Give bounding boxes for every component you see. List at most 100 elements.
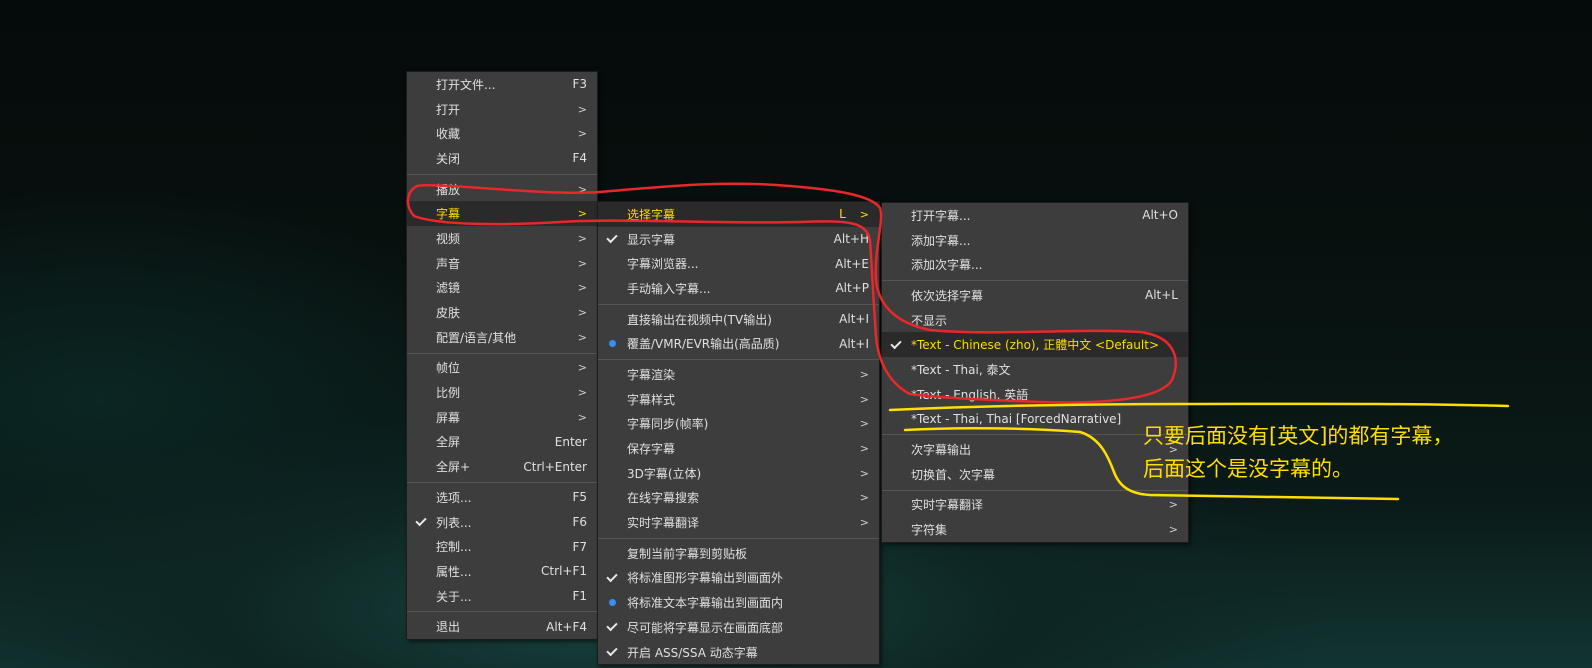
menu-item[interactable]: 列表... F6 (407, 510, 597, 535)
shortcut-label: L (839, 207, 846, 222)
menu-item[interactable]: 实时字幕翻译 > (882, 493, 1188, 518)
menu-item[interactable]: 收藏 > (407, 121, 597, 146)
menu-item[interactable]: 字符集 > (882, 517, 1188, 542)
submenu-arrow-icon: > (577, 182, 587, 196)
annotation-line-2: 后面这个是没字幕的。 (1143, 457, 1353, 481)
menu-item[interactable]: 将标准文本字幕输出到画面内 (598, 590, 879, 615)
menu-item[interactable]: 打开字幕... Alt+O (882, 203, 1188, 228)
checkmark-icon (415, 516, 427, 528)
menu-item[interactable]: 声音 > (407, 251, 597, 276)
menu-item-label: 3D字幕(立体) (627, 466, 702, 481)
checkmark-icon (606, 646, 618, 658)
shortcut-label: F5 (572, 490, 587, 505)
menu-item[interactable]: 播放 > (407, 177, 597, 202)
menu-item[interactable]: 比例 > (407, 380, 597, 405)
menu-item[interactable]: 打开 > (407, 97, 597, 122)
menu-item[interactable]: 字幕 > (407, 201, 597, 227)
submenu-arrow-icon: > (577, 386, 587, 400)
submenu-arrow-icon: > (577, 102, 587, 116)
menu-item-label: *Text - Thai, Thai [ForcedNarrative] (911, 411, 1122, 426)
menu-item[interactable]: 在线字幕搜索 > (598, 486, 879, 511)
menu-item-label: 帧位 (436, 361, 461, 376)
menu-item[interactable]: 字幕样式 > (598, 387, 879, 412)
menu-item-label: 配置/语言/其他 (436, 330, 517, 345)
menu-item[interactable]: 屏幕 > (407, 405, 597, 430)
menu-item[interactable]: 依次选择字幕 Alt+L (882, 283, 1188, 308)
submenu-arrow-icon: > (577, 281, 587, 295)
shortcut-label: Ctrl+Enter (523, 459, 587, 474)
submenu-arrow-icon: > (577, 256, 587, 270)
menu-item-label: 播放 (436, 182, 461, 197)
menu-item-label: 字幕同步(帧率) (627, 417, 709, 432)
shortcut-label: Alt+I (839, 312, 869, 327)
submenu-arrow-icon: > (577, 127, 587, 141)
menu-item[interactable]: *Text - Thai, 泰文 (882, 357, 1188, 382)
annotation-note: 只要后面没有[英文]的都有字幕， 后面这个是没字幕的。 (1143, 420, 1453, 486)
menu-item[interactable]: 复制当前字幕到剪贴板 (598, 541, 879, 566)
main-context-menu: 打开文件... F3 打开 > 收藏 > 关闭 F4 播放 > 字幕 > 视频 > 声音 > 滤镜 > 皮肤 > 配置/… (406, 71, 598, 641)
menu-item[interactable]: 手动输入字幕... Alt+P (598, 276, 879, 301)
menu-item[interactable]: 实时字幕翻译 > (598, 510, 879, 535)
menu-item[interactable]: 字幕浏览器... Alt+E (598, 251, 879, 276)
menu-item[interactable]: 退出 Alt+F4 (407, 614, 597, 639)
menu-item[interactable]: 开启 ASS/SSA 动态字幕 (598, 640, 879, 665)
shortcut-label: F3 (572, 77, 587, 92)
radio-dot-icon (606, 338, 618, 350)
checkmark-icon (606, 621, 618, 633)
shortcut-label: F6 (572, 515, 587, 530)
menu-item-label: 字幕渲染 (627, 367, 676, 382)
menu-item[interactable]: 不显示 (882, 308, 1188, 333)
shortcut-label: Enter (554, 434, 587, 449)
menu-item[interactable]: 保存字幕 > (598, 436, 879, 461)
menu-item-label: 关闭 (436, 151, 461, 166)
shortcut-label: Alt+P (835, 281, 869, 296)
shortcut-label: Alt+E (835, 256, 869, 271)
menu-item[interactable]: 控制... F7 (407, 534, 597, 559)
menu-item-label: 视频 (436, 231, 461, 246)
menu-item-label: 实时字幕翻译 (627, 516, 700, 531)
menu-item[interactable]: 选项... F5 (407, 485, 597, 510)
menu-item-label: 屏幕 (436, 410, 461, 425)
menu-item[interactable]: 添加字幕... (882, 228, 1188, 253)
menu-item[interactable]: 字幕渲染 > (598, 362, 879, 387)
menu-item[interactable]: 滤镜 > (407, 276, 597, 301)
submenu-arrow-icon: > (859, 516, 869, 530)
shortcut-label: Alt+L (1145, 288, 1178, 303)
menu-item[interactable]: 关闭 F4 (407, 146, 597, 171)
shortcut-label: Alt+F4 (546, 619, 587, 634)
menu-item[interactable]: 打开文件... F3 (407, 72, 597, 97)
menu-item[interactable]: 添加次字幕... (882, 252, 1188, 277)
menu-item[interactable]: 直接输出在视频中(TV输出) Alt+I (598, 307, 879, 332)
menu-item[interactable]: 全屏 Enter (407, 430, 597, 455)
menu-item[interactable]: 全屏+ Ctrl+Enter (407, 454, 597, 479)
menu-item[interactable]: 皮肤 > (407, 300, 597, 325)
submenu-arrow-icon: > (577, 207, 587, 221)
menu-item[interactable]: *Text - Chinese (zho), 正體中文 <Default> (882, 332, 1188, 358)
menu-item-label: 将标准图形字幕输出到画面外 (627, 571, 784, 586)
menu-item-label: 列表... (436, 515, 472, 530)
menu-item[interactable]: 选择字幕 L > (598, 202, 879, 227)
menu-item-label: 控制... (436, 540, 472, 555)
menu-item-label: 依次选择字幕 (911, 288, 984, 303)
checkmark-icon (890, 339, 902, 351)
menu-item[interactable]: *Text - English, 英語 (882, 382, 1188, 407)
menu-item[interactable]: 显示字幕 Alt+H (598, 227, 879, 252)
menu-item-label: 保存字幕 (627, 442, 676, 457)
menu-item[interactable]: 字幕同步(帧率) > (598, 412, 879, 437)
menu-item[interactable]: 视频 > (407, 226, 597, 251)
menu-item[interactable]: 3D字幕(立体) > (598, 461, 879, 486)
menu-item[interactable]: 帧位 > (407, 356, 597, 381)
menu-item[interactable]: 将标准图形字幕输出到画面外 (598, 566, 879, 591)
menu-item[interactable]: 属性... Ctrl+F1 (407, 559, 597, 584)
menu-item-label: 比例 (436, 386, 461, 401)
menu-item-label: 字幕浏览器... (627, 257, 699, 272)
menu-item-label: *Text - English, 英語 (911, 387, 1029, 402)
menu-item[interactable]: 尽可能将字幕显示在画面底部 (598, 615, 879, 640)
subtitle-submenu: 选择字幕 L > 显示字幕 Alt+H 字幕浏览器... Alt+E 手动输入字幕... Alt… (597, 201, 880, 666)
menu-item[interactable]: 关于... F1 (407, 584, 597, 609)
menu-item[interactable]: 覆盖/VMR/EVR输出(高品质) Alt+I (598, 331, 879, 356)
submenu-arrow-icon: > (1168, 498, 1178, 512)
menu-separator (598, 537, 879, 539)
menu-item[interactable]: 配置/语言/其他 > (407, 325, 597, 350)
menu-item-label: 滤镜 (436, 281, 461, 296)
